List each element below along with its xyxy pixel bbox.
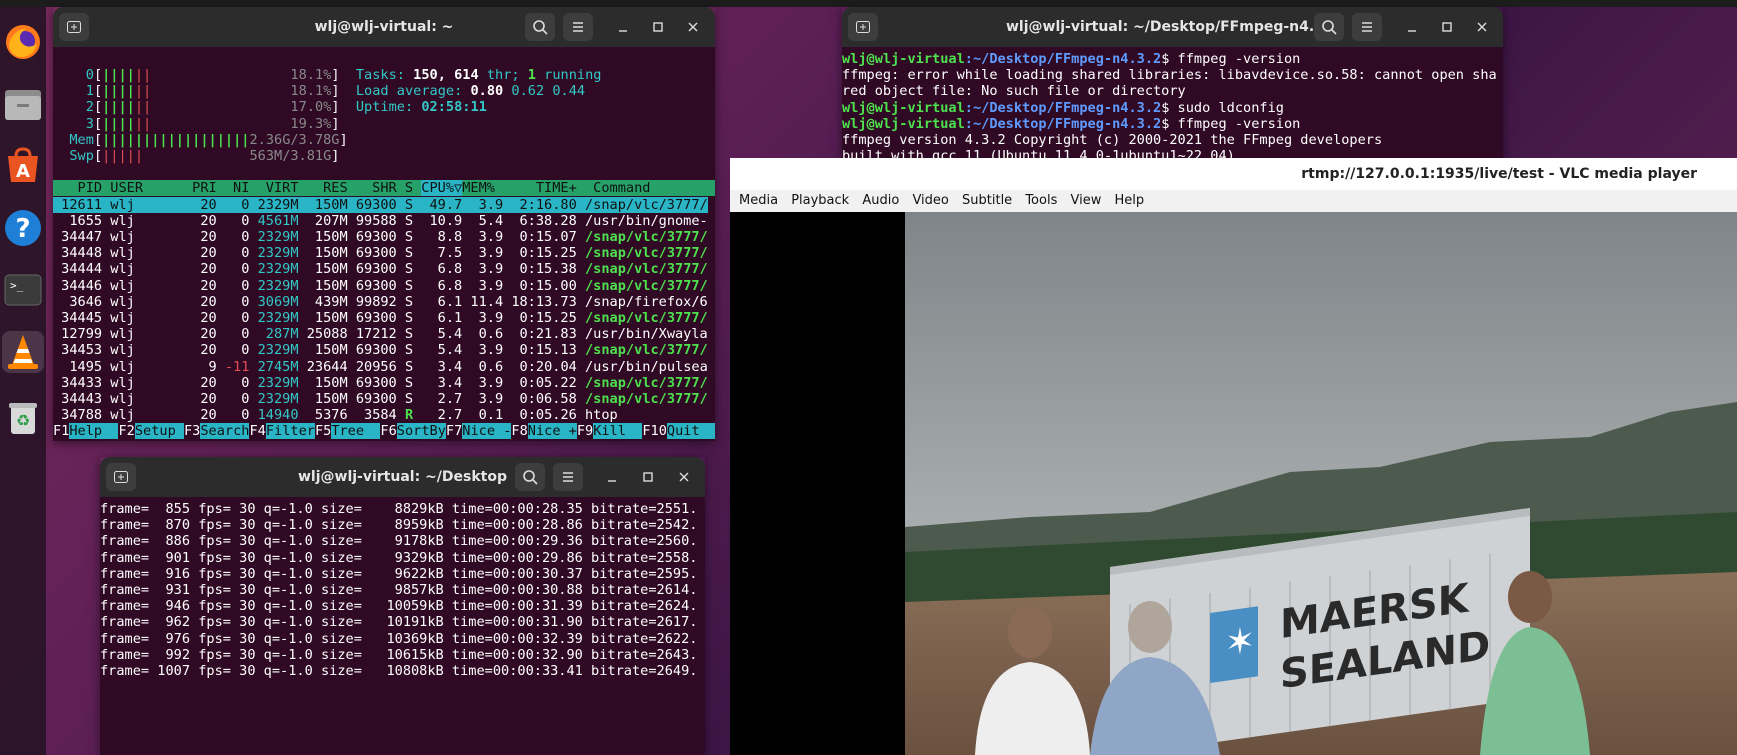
menu-icon[interactable] bbox=[553, 463, 583, 491]
maximize-button[interactable] bbox=[648, 17, 668, 37]
menu-subtitle[interactable]: Subtitle bbox=[962, 190, 1012, 212]
minimize-button[interactable] bbox=[1402, 17, 1422, 37]
menu-help[interactable]: Help bbox=[1115, 190, 1145, 212]
menu-icon[interactable] bbox=[563, 13, 593, 41]
maximize-button[interactable] bbox=[1437, 17, 1457, 37]
terminal-icon[interactable]: >_ bbox=[2, 269, 44, 311]
svg-text:♻: ♻ bbox=[16, 411, 30, 430]
search-icon[interactable] bbox=[1314, 13, 1344, 41]
dock: A ? >_ ♻ bbox=[0, 7, 46, 755]
menu-video[interactable]: Video bbox=[912, 190, 948, 212]
ffmpeg-terminal-window: wlj@wlj-virtual: ~/Desktop/FFmpeg-n4.3.2… bbox=[842, 7, 1503, 167]
vlc-menubar: Media Playback Audio Video Subtitle Tool… bbox=[730, 190, 1737, 213]
minimize-button[interactable] bbox=[602, 467, 622, 487]
close-button[interactable] bbox=[683, 17, 703, 37]
files-icon[interactable] bbox=[2, 83, 44, 125]
help-icon[interactable]: ? bbox=[2, 207, 44, 249]
svg-text:✶: ✶ bbox=[1225, 618, 1255, 665]
stream-terminal-window: wlj@wlj-virtual: ~/Desktop frame= 855 fp… bbox=[100, 457, 705, 755]
svg-text:?: ? bbox=[15, 214, 30, 244]
htop-output: 0[|||||| 18.1%] Tasks: 150, 614 thr; 1 r… bbox=[53, 47, 715, 440]
software-icon[interactable]: A bbox=[2, 145, 44, 187]
menu-playback[interactable]: Playback bbox=[791, 190, 849, 212]
top-bar bbox=[0, 0, 1737, 7]
new-tab-button[interactable] bbox=[848, 13, 878, 41]
menu-tools[interactable]: Tools bbox=[1025, 190, 1057, 212]
svg-text:>_: >_ bbox=[10, 279, 24, 292]
close-button[interactable] bbox=[674, 467, 694, 487]
stream-terminal[interactable]: frame= 855 fps= 30 q=-1.0 size= 8829kB t… bbox=[100, 497, 705, 755]
new-tab-button[interactable] bbox=[59, 13, 89, 41]
htop-terminal[interactable]: 0[|||||| 18.1%] Tasks: 150, 614 thr; 1 r… bbox=[53, 47, 715, 441]
titlebar: wlj@wlj-virtual: ~/Desktop bbox=[100, 457, 705, 497]
menu-media[interactable]: Media bbox=[739, 190, 778, 212]
ffmpeg-terminal[interactable]: wlj@wlj-virtual:~/Desktop/FFmpeg-n4.3.2$… bbox=[842, 47, 1503, 167]
maximize-button[interactable] bbox=[638, 467, 658, 487]
trash-icon[interactable]: ♻ bbox=[2, 397, 44, 439]
svg-text:A: A bbox=[16, 161, 30, 182]
firefox-icon[interactable] bbox=[2, 21, 44, 63]
new-tab-button[interactable] bbox=[106, 463, 136, 491]
menu-view[interactable]: View bbox=[1071, 190, 1102, 212]
vlc-icon[interactable] bbox=[2, 331, 44, 373]
htop-terminal-window: wlj@wlj-virtual: ~ 0[|||||| 18.1%] Tasks… bbox=[53, 7, 715, 441]
stream-output: frame= 855 fps= 30 q=-1.0 size= 8829kB t… bbox=[100, 501, 698, 680]
titlebar: wlj@wlj-virtual: ~/Desktop/FFmpeg-n4.3.2 bbox=[842, 7, 1503, 47]
close-button[interactable] bbox=[1472, 17, 1492, 37]
menu-audio[interactable]: Audio bbox=[862, 190, 899, 212]
video-scene: ✶ MAERSK SEALAND bbox=[730, 212, 1737, 755]
video-frame[interactable]: ✶ MAERSK SEALAND bbox=[730, 212, 1737, 755]
vlc-title: rtmp://127.0.0.1:1935/live/test - VLC me… bbox=[730, 158, 1737, 190]
vlc-window: rtmp://127.0.0.1:1935/live/test - VLC me… bbox=[730, 158, 1737, 755]
titlebar: wlj@wlj-virtual: ~ bbox=[53, 7, 715, 47]
menu-icon[interactable] bbox=[1352, 13, 1382, 41]
search-icon[interactable] bbox=[525, 13, 555, 41]
ffmpeg-output: wlj@wlj-virtual:~/Desktop/FFmpeg-n4.3.2$… bbox=[842, 51, 1497, 165]
search-icon[interactable] bbox=[515, 463, 545, 491]
minimize-button[interactable] bbox=[613, 17, 633, 37]
